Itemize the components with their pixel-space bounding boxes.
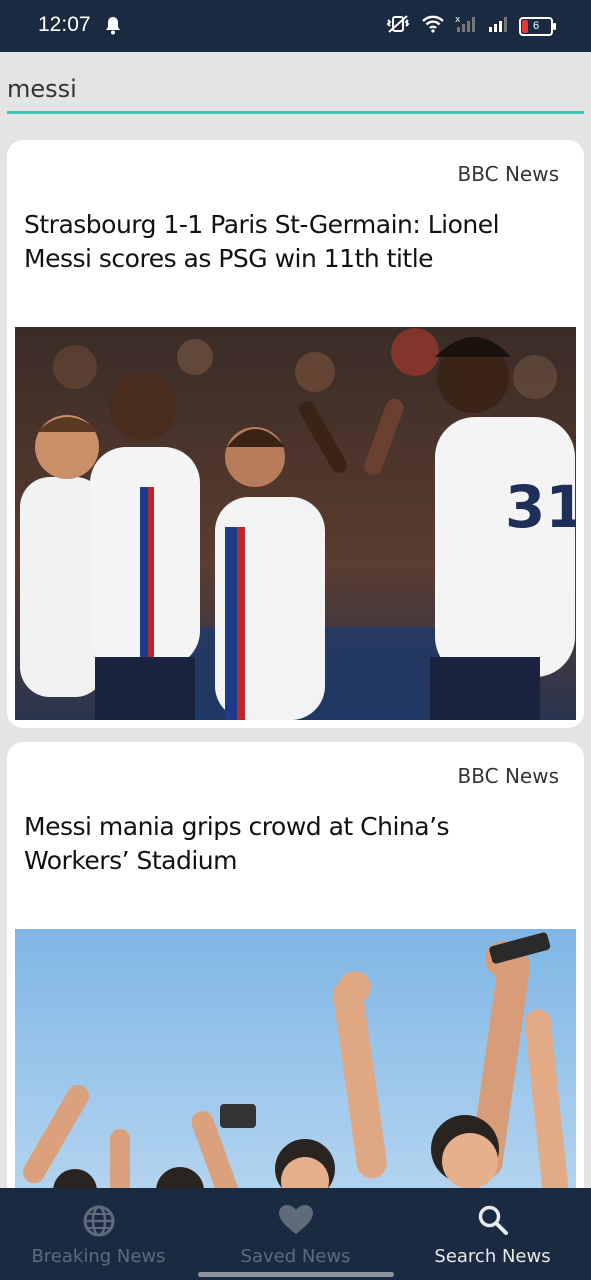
nav-label: Saved News [240, 1246, 351, 1267]
bottom-navigation: Breaking News Saved News Search News [0, 1188, 591, 1280]
article-image[interactable]: 31 [15, 327, 576, 720]
svg-text:31: 31 [505, 473, 576, 541]
heart-icon [278, 1204, 314, 1240]
signal-off-icon: x [455, 14, 477, 38]
signal-icon [487, 14, 509, 38]
article-title[interactable]: Messi mania grips crowd at China’s Worke… [24, 810, 554, 878]
vibrate-off-icon [385, 14, 411, 38]
battery-icon: 6 [519, 16, 556, 36]
nav-label: Breaking News [31, 1246, 166, 1267]
article-card[interactable]: BBC News Strasbourg 1-1 Paris St-Germain… [7, 140, 584, 728]
article-source: BBC News [457, 162, 559, 186]
status-icons: x 6 [385, 14, 556, 38]
wifi-icon [421, 14, 445, 38]
status-time: 12:07 [38, 13, 91, 36]
globe-icon [82, 1204, 116, 1242]
nav-saved-news[interactable]: Saved News [197, 1188, 394, 1280]
article-image[interactable] [15, 929, 576, 1212]
search-icon [477, 1204, 509, 1240]
article-title[interactable]: Strasbourg 1-1 Paris St-Germain: Lionel … [24, 208, 554, 276]
nav-breaking-news[interactable]: Breaking News [0, 1188, 197, 1280]
status-bar: 12:07 x 6 [0, 0, 591, 52]
battery-level: 6 [532, 19, 540, 32]
article-card[interactable]: BBC News Messi mania grips crowd at Chin… [7, 742, 584, 1212]
nav-label: Search News [434, 1246, 551, 1267]
search-input[interactable] [7, 66, 584, 112]
article-source: BBC News [457, 764, 559, 788]
notification-bell-icon [104, 16, 122, 40]
home-indicator[interactable] [198, 1272, 394, 1277]
nav-search-news[interactable]: Search News [394, 1188, 591, 1280]
search-underline [7, 111, 584, 114]
svg-text:x: x [455, 15, 461, 25]
search-bar[interactable] [7, 66, 584, 116]
